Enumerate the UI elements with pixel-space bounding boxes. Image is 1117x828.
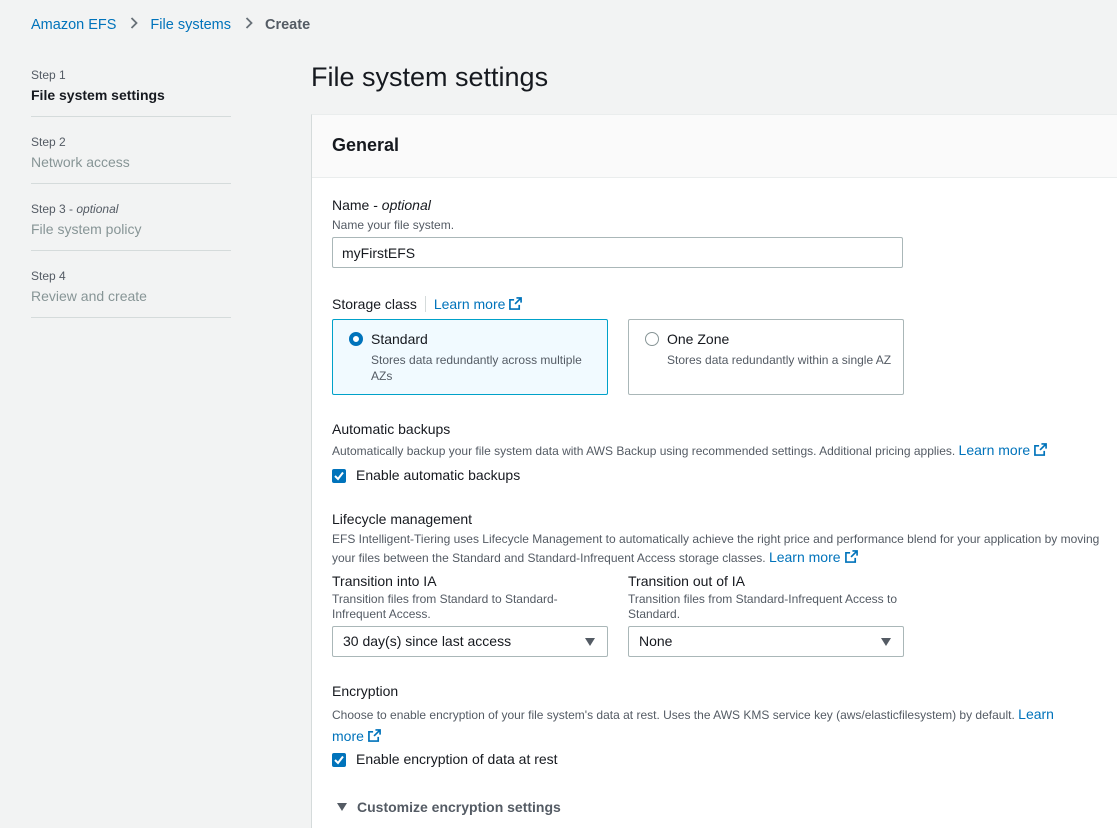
encryption-description: Choose to enable encryption of your file…	[332, 706, 1054, 744]
external-link-icon	[509, 297, 523, 310]
container-header: General	[312, 115, 1117, 178]
checkmark-icon	[334, 471, 344, 481]
lifecycle-label: Lifecycle management	[332, 511, 473, 527]
lifecycle-learn-more-link[interactable]: Learn more	[769, 549, 858, 565]
page-title: File system settings	[311, 62, 549, 92]
lifecycle-description: EFS Intelligent-Tiering uses Lifecycle M…	[332, 532, 1100, 565]
backups-description: Automatically backup your file system da…	[332, 443, 1092, 459]
customize-encryption-expander[interactable]: Customize encryption settings	[337, 799, 561, 815]
name-label: Name - optional	[332, 197, 431, 213]
caret-down-icon	[337, 803, 347, 811]
transition-into-ia-select[interactable]: 30 day(s) since last access	[332, 626, 608, 657]
step-number: Step 1	[31, 68, 66, 82]
enable-backups-checkbox[interactable]	[332, 469, 346, 483]
encryption-label: Encryption	[332, 683, 399, 699]
expander-label: Customize encryption settings	[357, 799, 561, 815]
external-link-icon	[844, 550, 858, 563]
select-value: None	[639, 633, 673, 649]
select-value: 30 day(s) since last access	[343, 633, 512, 649]
caret-down-icon	[881, 638, 891, 646]
external-link-icon	[1034, 443, 1048, 456]
transition-out-of-ia-label: Transition out of IA	[628, 573, 745, 589]
step-number: Step 2	[31, 135, 66, 149]
backups-learn-more-link[interactable]: Learn more	[959, 442, 1048, 458]
radio-standard[interactable]	[349, 332, 363, 346]
step-number: Step 4	[31, 269, 66, 283]
step-file-system-policy: Step 3 - optional File system policy	[31, 198, 231, 251]
breadcrumb-link-amazon-efs[interactable]: Amazon EFS	[31, 17, 116, 33]
general-container: General Name - optional Name your file s…	[311, 114, 1117, 828]
wizard-steps: Step 1 File system settings Step 2 Netwo…	[31, 64, 231, 332]
enable-encryption-checkbox[interactable]	[332, 753, 346, 767]
enable-encryption-label[interactable]: Enable encryption of data at rest	[356, 751, 558, 767]
step-optional-tag: optional	[76, 202, 119, 216]
step-review-and-create: Step 4 Review and create	[31, 265, 231, 318]
optional-tag: optional	[381, 197, 431, 213]
transition-out-of-ia-select[interactable]: None	[628, 626, 904, 657]
storage-class-learn-more-link[interactable]: Learn more	[434, 296, 523, 312]
container-heading: General	[332, 135, 400, 155]
enable-backups-label[interactable]: Enable automatic backups	[356, 467, 520, 483]
step-title: Review and create	[31, 288, 147, 304]
step-file-system-settings[interactable]: Step 1 File system settings	[31, 64, 231, 117]
checkmark-icon	[334, 755, 344, 765]
breadcrumb-current: Create	[265, 17, 311, 33]
breadcrumb: Amazon EFS File systems Create	[31, 17, 310, 33]
name-description: Name your file system.	[332, 218, 455, 232]
radio-one-zone[interactable]	[645, 332, 659, 346]
step-title: Network access	[31, 154, 130, 170]
chevron-right-icon	[130, 17, 139, 33]
step-title: File system policy	[31, 221, 142, 237]
breadcrumb-link-file-systems[interactable]: File systems	[150, 17, 231, 33]
step-number: Step 3 - optional	[31, 202, 119, 216]
transition-into-ia-description: Transition files from Standard to Standa…	[332, 592, 558, 621]
name-input[interactable]	[332, 237, 903, 268]
storage-class-standard-tile[interactable]: Standard Stores data redundantly across …	[332, 319, 608, 395]
caret-down-icon	[585, 638, 595, 646]
transition-into-ia-label: Transition into IA	[332, 573, 437, 589]
transition-out-of-ia-description: Transition files from Standard-Infrequen…	[628, 592, 898, 621]
tile-title: Standard	[371, 331, 428, 347]
tile-title: One Zone	[667, 331, 730, 347]
external-link-icon	[367, 729, 381, 742]
backups-label: Automatic backups	[332, 421, 451, 437]
storage-class-one-zone-tile[interactable]: One Zone Stores data redundantly within …	[628, 319, 904, 395]
chevron-right-icon	[245, 17, 253, 33]
tile-description: Stores data redundantly across multiple …	[371, 353, 582, 383]
storage-class-label: Storage class Learn more	[332, 296, 523, 312]
step-title: File system settings	[31, 87, 165, 103]
tile-description: Stores data redundantly within a single …	[667, 353, 892, 367]
step-network-access: Step 2 Network access	[31, 131, 231, 184]
